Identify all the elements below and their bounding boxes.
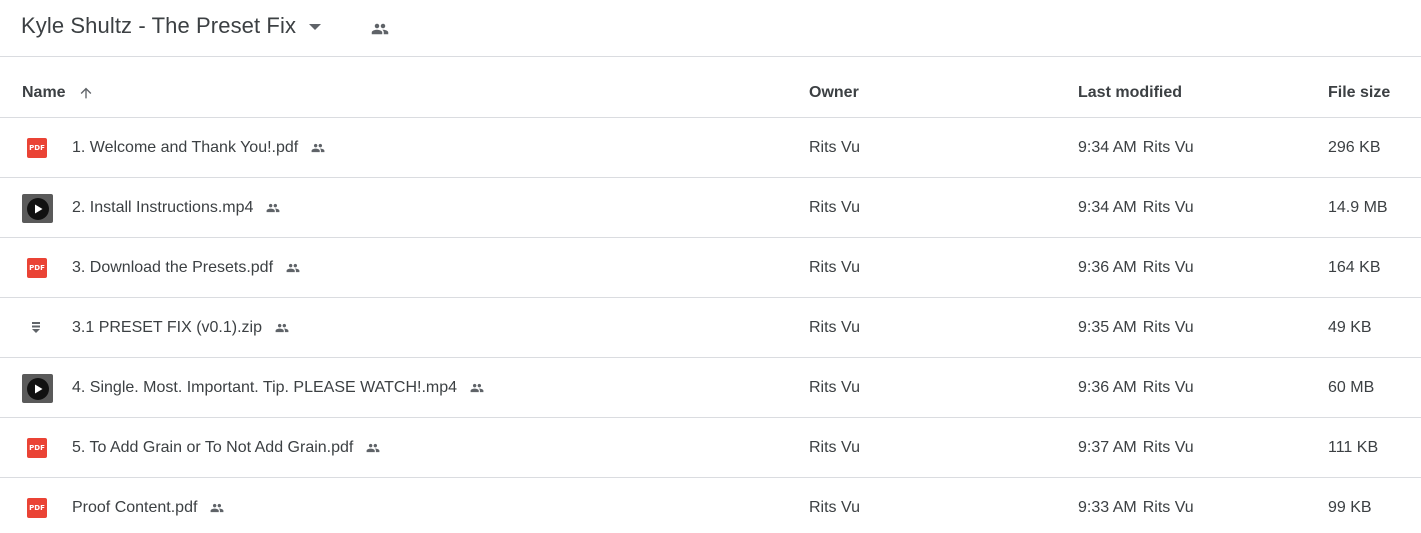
pdf-icon: PDF [27,438,47,458]
column-header-file-size[interactable]: File size [1328,84,1390,102]
people-icon [211,503,224,513]
file-row[interactable]: 2. Install Instructions.mp4 Rits Vu 9:34… [0,178,1421,238]
folder-header: Kyle Shultz - The Preset Fix [0,0,1421,57]
people-icon[interactable] [369,20,391,38]
people-icon [286,263,300,273]
arrow-up-icon[interactable] [78,85,94,101]
file-name: 5. To Add Grain or To Not Add Grain.pdf [72,439,354,456]
file-row[interactable]: 4. Single. Most. Important. Tip. PLEASE … [0,358,1421,418]
file-owner: Rits Vu [809,259,860,276]
modified-by: Rits Vu [1142,139,1194,156]
pdf-icon: PDF [27,258,47,278]
file-owner: Rits Vu [809,379,860,396]
file-name: 3.1 PRESET FIX (v0.1).zip [72,319,262,336]
modified-by: Rits Vu [1142,499,1194,516]
people-icon [470,383,484,393]
file-size: 14.9 MB [1328,199,1388,216]
modified-by: Rits Vu [1142,259,1194,276]
file-size: 164 KB [1328,259,1381,276]
file-row[interactable]: PDF 1. Welcome and Thank You!.pdf Rits V… [0,118,1421,178]
file-name: 4. Single. Most. Important. Tip. PLEASE … [72,379,458,396]
modified-by: Rits Vu [1142,319,1194,336]
file-last-modified: 9:33 AM Rits Vu [1078,499,1194,517]
modified-time: 9:35 AM [1078,319,1137,336]
file-name: Proof Content.pdf [72,499,198,516]
video-thumbnail-icon [22,194,53,223]
column-header-row: Name Owner Last modified File size [0,57,1421,118]
file-row[interactable]: PDF 5. To Add Grain or To Not Add Grain.… [0,418,1421,478]
modified-time: 9:33 AM [1078,499,1137,516]
file-last-modified: 9:35 AM Rits Vu [1078,319,1194,337]
file-name-cell: Proof Content.pdf [72,499,227,517]
pdf-icon: PDF [27,138,47,158]
folder-title-dropdown[interactable]: Kyle Shultz - The Preset Fix [21,13,322,39]
file-list: PDF 1. Welcome and Thank You!.pdf Rits V… [0,118,1421,533]
file-owner: Rits Vu [809,439,860,456]
file-name-cell: 1. Welcome and Thank You!.pdf [72,139,328,157]
file-size: 60 MB [1328,379,1375,396]
file-last-modified: 9:37 AM Rits Vu [1078,439,1194,457]
modified-time: 9:36 AM [1078,259,1137,276]
pdf-icon: PDF [27,498,47,518]
zip-icon [29,320,43,336]
file-row[interactable]: PDF Proof Content.pdf Rits Vu 9:33 AM Rit… [0,478,1421,533]
video-thumbnail-icon [22,374,53,403]
file-name-cell: 3.1 PRESET FIX (v0.1).zip [72,319,292,337]
file-size: 99 KB [1328,499,1372,516]
file-name-cell: 3. Download the Presets.pdf [72,259,303,277]
modified-by: Rits Vu [1142,439,1194,456]
file-last-modified: 9:34 AM Rits Vu [1078,199,1194,217]
modified-time: 9:34 AM [1078,139,1137,156]
file-last-modified: 9:36 AM Rits Vu [1078,259,1194,277]
people-icon [366,443,380,453]
file-name-cell: 2. Install Instructions.mp4 [72,199,283,217]
modified-by: Rits Vu [1142,379,1194,396]
modified-time: 9:37 AM [1078,439,1137,456]
modified-time: 9:36 AM [1078,379,1137,396]
file-name: 2. Install Instructions.mp4 [72,199,254,216]
file-owner: Rits Vu [809,139,860,156]
file-row[interactable]: 3.1 PRESET FIX (v0.1).zip Rits Vu 9:35 A… [0,298,1421,358]
file-last-modified: 9:34 AM Rits Vu [1078,139,1194,157]
people-icon [311,143,325,153]
people-icon [275,323,289,333]
file-name-cell: 4. Single. Most. Important. Tip. PLEASE … [72,379,487,397]
file-size: 111 KB [1328,439,1379,456]
file-name: 3. Download the Presets.pdf [72,259,274,276]
column-header-last-modified[interactable]: Last modified [1078,84,1182,102]
column-name-label: Name [22,84,66,101]
file-name: 1. Welcome and Thank You!.pdf [72,139,299,156]
file-name-cell: 5. To Add Grain or To Not Add Grain.pdf [72,439,383,457]
file-last-modified: 9:36 AM Rits Vu [1078,379,1194,397]
file-row[interactable]: PDF 3. Download the Presets.pdf Rits Vu … [0,238,1421,298]
modified-by: Rits Vu [1142,199,1194,216]
column-header-owner[interactable]: Owner [809,84,859,102]
file-owner: Rits Vu [809,199,860,216]
file-size: 49 KB [1328,319,1372,336]
file-size: 296 KB [1328,139,1381,156]
column-header-name[interactable]: Name [22,84,94,102]
folder-title: Kyle Shultz - The Preset Fix [21,13,297,38]
modified-time: 9:34 AM [1078,199,1137,216]
file-owner: Rits Vu [809,499,860,516]
dropdown-caret-icon[interactable] [309,24,322,30]
people-icon [267,203,280,213]
file-owner: Rits Vu [809,319,860,336]
